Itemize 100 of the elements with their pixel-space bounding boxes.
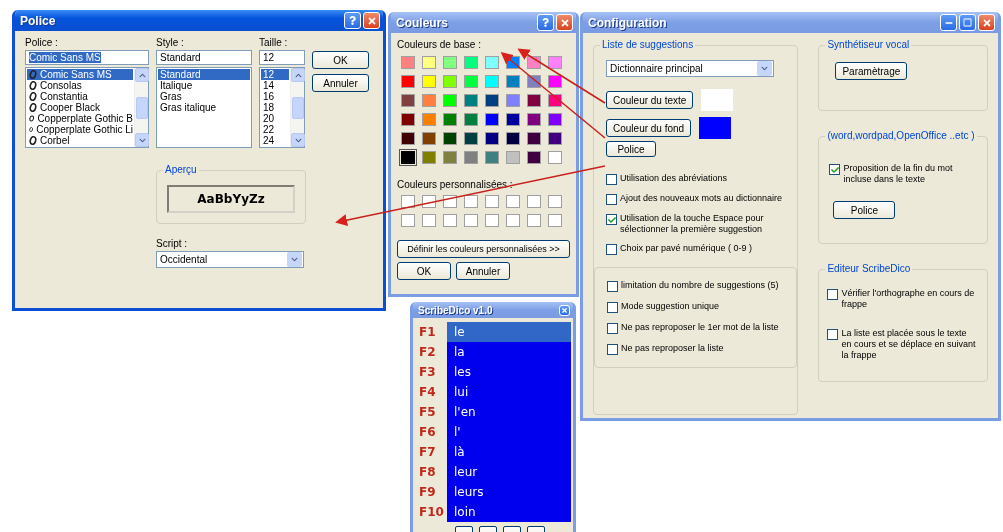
style-list-item[interactable]: Gras italique <box>158 102 250 113</box>
font-list-item[interactable]: Copperplate Gothic Li <box>27 124 133 135</box>
suggestion-item[interactable]: le <box>447 322 571 342</box>
suggestion-item[interactable]: loin <box>447 502 571 522</box>
color-button[interactable]: Couleur du texte <box>606 91 694 109</box>
checkbox[interactable] <box>607 281 618 292</box>
suggestion-item[interactable]: la <box>447 342 571 362</box>
dialog-button[interactable]: Annuler <box>312 74 369 92</box>
color-swatch[interactable] <box>422 113 436 126</box>
checkbox[interactable] <box>606 244 617 255</box>
suggestion-item[interactable]: lui <box>447 382 571 402</box>
help-button[interactable] <box>537 14 554 31</box>
font-name-field[interactable]: Comic Sans MS <box>25 50 149 65</box>
checkbox[interactable] <box>607 323 618 334</box>
define-custom-colors-button[interactable]: Définir les couleurs personnalisées >> <box>397 240 570 258</box>
color-swatch[interactable] <box>401 75 415 88</box>
custom-color-swatch[interactable] <box>422 214 436 227</box>
dialog-button[interactable]: OK <box>397 262 451 280</box>
custom-color-swatch[interactable] <box>485 195 499 208</box>
font-list-item[interactable]: Consolas <box>27 80 133 91</box>
color-swatch[interactable] <box>527 113 541 126</box>
suggestion-item[interactable]: l' <box>447 422 571 442</box>
size-list-item[interactable]: 20 <box>261 113 289 124</box>
color-swatch[interactable] <box>401 151 415 164</box>
color-swatch[interactable] <box>401 132 415 145</box>
color-swatch[interactable] <box>464 94 478 107</box>
color-swatch[interactable] <box>506 75 520 88</box>
size-list-item[interactable]: 18 <box>261 102 289 113</box>
size-list-item[interactable]: 24 <box>261 135 289 146</box>
color-swatch[interactable] <box>422 132 436 145</box>
close-button[interactable] <box>978 14 995 31</box>
checkbox[interactable] <box>606 214 617 225</box>
color-swatch[interactable] <box>485 56 499 69</box>
suggestion-item[interactable]: l'en <box>447 402 571 422</box>
custom-color-swatch[interactable] <box>527 214 541 227</box>
color-swatch[interactable] <box>548 56 562 69</box>
color-swatch[interactable] <box>464 75 478 88</box>
custom-color-swatch[interactable] <box>464 195 478 208</box>
checkbox[interactable] <box>827 289 839 300</box>
help-button[interactable] <box>344 12 361 29</box>
custom-color-swatch[interactable] <box>506 214 520 227</box>
size-list[interactable]: 12 14 16 18 20 22 24 <box>259 67 305 148</box>
suggestion-item[interactable]: là <box>447 442 571 462</box>
font-button[interactable]: Police <box>833 201 896 219</box>
scroll-thumb[interactable] <box>136 96 148 119</box>
style-list-item[interactable]: Standard <box>158 69 250 80</box>
dictionary-dropdown[interactable]: Dictionnaire principal <box>606 60 774 77</box>
color-swatch[interactable] <box>527 151 541 164</box>
font-list-item[interactable]: Copperplate Gothic B <box>27 113 133 124</box>
color-swatch[interactable] <box>485 113 499 126</box>
custom-color-swatch[interactable] <box>485 214 499 227</box>
size-field[interactable]: 12 <box>259 50 305 65</box>
size-list-item[interactable]: 14 <box>261 80 289 91</box>
color-swatch[interactable] <box>422 56 436 69</box>
color-swatch[interactable] <box>464 56 478 69</box>
color-swatch[interactable] <box>548 132 562 145</box>
custom-color-swatch[interactable] <box>443 214 457 227</box>
color-swatch[interactable] <box>485 94 499 107</box>
scrollbar[interactable] <box>290 68 304 147</box>
color-swatch[interactable] <box>527 94 541 107</box>
custom-color-swatch[interactable] <box>527 195 541 208</box>
color-swatch[interactable] <box>443 56 457 69</box>
checkbox[interactable] <box>607 302 618 313</box>
color-swatch[interactable] <box>401 94 415 107</box>
checkbox[interactable] <box>829 164 841 175</box>
scroll-down-button[interactable] <box>135 133 149 147</box>
color-swatch[interactable] <box>401 113 415 126</box>
color-swatch[interactable] <box>506 113 520 126</box>
close-button[interactable] <box>363 12 380 29</box>
custom-color-swatch[interactable] <box>548 195 562 208</box>
font-list-item[interactable]: Cooper Black <box>27 102 133 113</box>
color-swatch[interactable] <box>506 132 520 145</box>
size-list-item[interactable]: 12 <box>261 69 289 80</box>
suggestion-item[interactable]: leur <box>447 462 571 482</box>
style-field[interactable]: Standard <box>156 50 252 65</box>
style-list-item[interactable]: Italique <box>158 80 250 91</box>
color-swatch[interactable] <box>422 75 436 88</box>
color-swatch[interactable] <box>443 151 457 164</box>
color-swatch[interactable] <box>422 94 436 107</box>
color-swatch[interactable] <box>401 56 415 69</box>
minimize-button[interactable] <box>940 14 957 31</box>
suggestion-item[interactable]: leurs <box>447 482 571 502</box>
color-swatch[interactable] <box>464 151 478 164</box>
color-swatch[interactable] <box>485 132 499 145</box>
custom-color-swatch[interactable] <box>506 195 520 208</box>
color-swatch[interactable] <box>443 113 457 126</box>
custom-color-swatch[interactable] <box>464 214 478 227</box>
close-button[interactable] <box>559 304 570 316</box>
close-button[interactable] <box>556 14 573 31</box>
checkbox[interactable] <box>827 329 839 340</box>
color-swatch[interactable] <box>548 151 562 164</box>
font-list[interactable]: Comic Sans MS Consolas Constantia Cooper Black Copperplate Gothic B Copperplate Gothic Li Corbel <box>25 67 149 148</box>
size-list-item[interactable]: 22 <box>261 124 289 135</box>
style-list[interactable]: Standard Italique Gras Gras italique <box>156 67 252 148</box>
suggestion-item[interactable]: les <box>447 362 571 382</box>
checkbox[interactable] <box>607 344 618 355</box>
style-list-item[interactable]: Gras <box>158 91 250 102</box>
color-swatch[interactable] <box>506 151 520 164</box>
color-swatch[interactable] <box>464 132 478 145</box>
color-swatch[interactable] <box>443 94 457 107</box>
